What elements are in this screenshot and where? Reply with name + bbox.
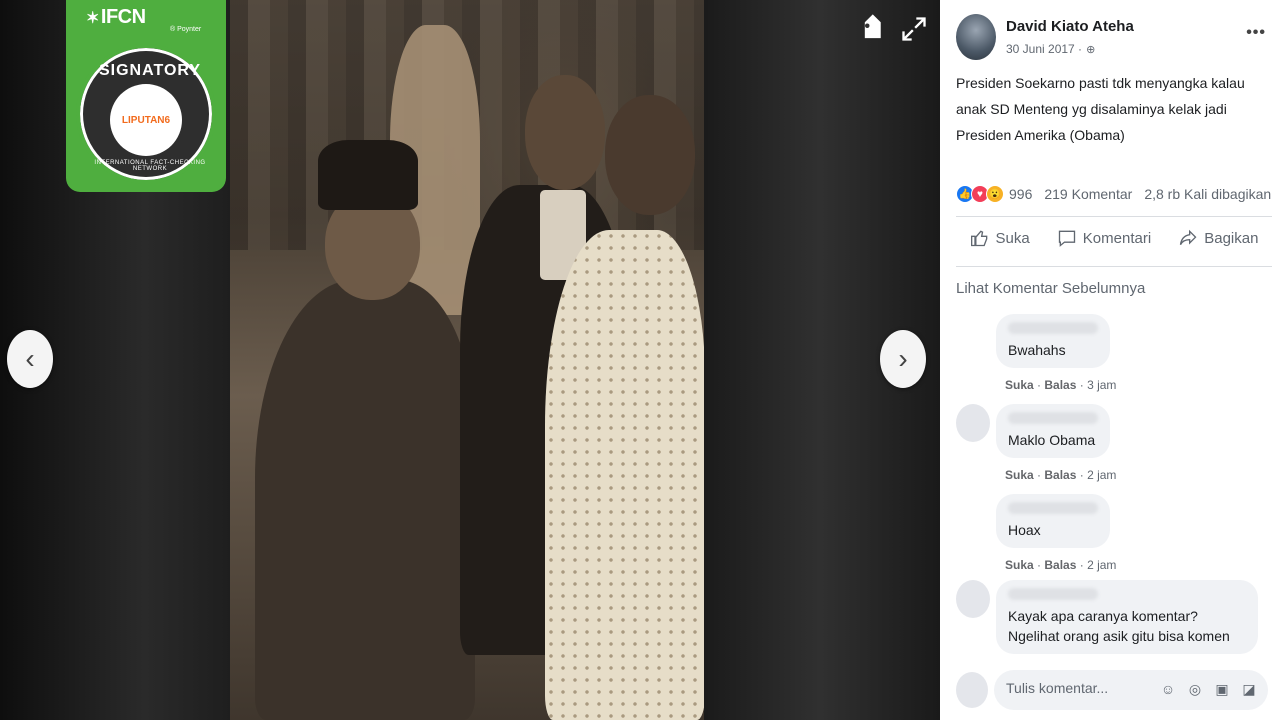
chevron-left-icon: ‹ [25, 343, 35, 374]
badge-seal: SIGNATORY LIPUTAN6 INTERNATIONAL FACT-CH… [76, 44, 216, 184]
comment-like-link[interactable]: Suka [1005, 468, 1034, 482]
comment-time[interactable]: 3 jam [1087, 378, 1116, 392]
emoji-icon[interactable]: ☺ [1159, 680, 1177, 698]
commenter-name[interactable] [1008, 412, 1098, 424]
reactions-count[interactable]: 996 [1009, 186, 1032, 202]
comment-text-line-2: Ngelihat orang asik gitu bisa komen [1008, 628, 1230, 644]
photo-figure-girl-head [605, 95, 695, 215]
chevron-right-icon: › [898, 343, 908, 374]
badge-brand: ✶ IFCN [86, 6, 146, 28]
photo-figure-girl [545, 230, 704, 720]
comment-bubble: Hoax [996, 494, 1110, 548]
divider [956, 266, 1272, 267]
comment-reply-link[interactable]: Balas [1044, 558, 1076, 572]
comment-like-link[interactable]: Suka [1005, 378, 1034, 392]
reactions-bar: 👍 ♥ 😮 996 219 Komentar 2,8 rb Kali dibag… [956, 180, 1274, 208]
post-actions: Suka Komentari Bagikan [956, 228, 1272, 248]
comment-avatar[interactable] [956, 404, 990, 442]
comment-bubble: Kayak apa caranya komentar? Ngelihat ora… [996, 580, 1258, 654]
comment-meta: Suka · Balas · 2 jam [1005, 468, 1117, 482]
thumbs-up-icon [970, 230, 987, 247]
post-text: Presiden Soekarno pasti tdk menyangka ka… [956, 75, 1245, 143]
post-header: David Kiato Ateha 30 Juni 2017 · ⊕ ••• [956, 14, 1266, 64]
commenter-name[interactable] [1008, 588, 1098, 600]
divider [956, 216, 1272, 217]
photo-figure-man [255, 280, 475, 720]
shares-count[interactable]: 2,8 rb Kali dibagikan [1144, 186, 1271, 202]
comment-reply-link[interactable]: Balas [1044, 468, 1076, 482]
author-name[interactable]: David Kiato Ateha [1006, 18, 1134, 35]
badge-ring-text: INTERNATIONAL FACT-CHECKING NETWORK [94, 160, 206, 172]
comment-reply-link[interactable]: Balas [1044, 378, 1076, 392]
more-options-icon[interactable]: ••• [1246, 24, 1266, 42]
comment-text: Maklo Obama [1008, 432, 1096, 448]
comment-bubble: Bwahahs [996, 314, 1110, 368]
comment-text: Bwahahs [1008, 342, 1066, 358]
ifcn-signatory-badge: ✶ IFCN ® Poynter SIGNATORY LIPUTAN6 INTER… [66, 0, 226, 192]
gif-icon[interactable]: ▣ [1213, 680, 1231, 698]
comment-text: Hoax [1008, 522, 1041, 538]
photo-figure-man-cap [318, 140, 418, 210]
wow-reaction-icon: 😮 [986, 185, 1004, 203]
comment-button[interactable]: Komentari [1057, 228, 1151, 248]
commenter-name[interactable] [1008, 322, 1098, 334]
expand-icon [902, 17, 926, 41]
comment-like-link[interactable]: Suka [1005, 558, 1034, 572]
badge-poynter: ® Poynter [170, 26, 202, 33]
comment-avatar[interactable] [956, 330, 990, 368]
badge-logo-circle: LIPUTAN6 [110, 84, 182, 156]
sticker-icon[interactable]: ◪ [1240, 680, 1258, 698]
expand-button[interactable] [900, 14, 928, 44]
composer-icons: ☺ ◎ ▣ ◪ [1159, 680, 1258, 698]
badge-signatory-text: SIGNATORY [98, 62, 202, 79]
comment-bubble: Maklo Obama [996, 404, 1110, 458]
commenter-name[interactable] [1008, 502, 1098, 514]
globe-icon: ⊕ [1086, 44, 1096, 56]
tag-photo-button[interactable] [856, 14, 886, 50]
badge-logo: LIPUTAN6 [121, 114, 171, 126]
next-photo-button[interactable]: › [880, 330, 926, 388]
photo-viewer: ✶ IFCN ® Poynter SIGNATORY LIPUTAN6 INTER… [0, 0, 940, 720]
post-date[interactable]: 30 Juni 2017 · ⊕ [1006, 42, 1095, 56]
share-button[interactable]: Bagikan [1178, 228, 1258, 248]
comments-count[interactable]: 219 Komentar [1044, 186, 1132, 202]
comment-text: Kayak apa caranya komentar? [1008, 608, 1198, 624]
like-button[interactable]: Suka [970, 228, 1030, 248]
share-icon [1180, 229, 1197, 245]
comment-avatar[interactable] [956, 580, 990, 618]
comment-composer[interactable]: ☺ ◎ ▣ ◪ [994, 670, 1268, 710]
star-icon: ✶ [86, 10, 99, 27]
author-avatar[interactable] [956, 14, 996, 60]
tag-icon [864, 14, 881, 39]
photo-figure-boy-head [525, 75, 605, 190]
previous-photo-button[interactable]: ‹ [7, 330, 53, 388]
comment-avatar[interactable] [956, 510, 990, 548]
comment-time[interactable]: 2 jam [1087, 468, 1116, 482]
view-previous-comments-link[interactable]: Lihat Komentar Sebelumnya [956, 280, 1145, 297]
post-photo[interactable] [230, 0, 704, 720]
comment-icon [1058, 230, 1075, 247]
comment-meta: Suka · Balas · 3 jam [1005, 378, 1117, 392]
post-sidebar: David Kiato Ateha 30 Juni 2017 · ⊕ ••• Pr… [940, 0, 1280, 720]
camera-icon[interactable]: ◎ [1186, 680, 1204, 698]
composer-avatar [956, 672, 988, 708]
comment-time[interactable]: 2 jam [1087, 558, 1116, 572]
comment-meta: Suka · Balas · 2 jam [1005, 558, 1117, 572]
comment-input[interactable] [1006, 680, 1146, 696]
